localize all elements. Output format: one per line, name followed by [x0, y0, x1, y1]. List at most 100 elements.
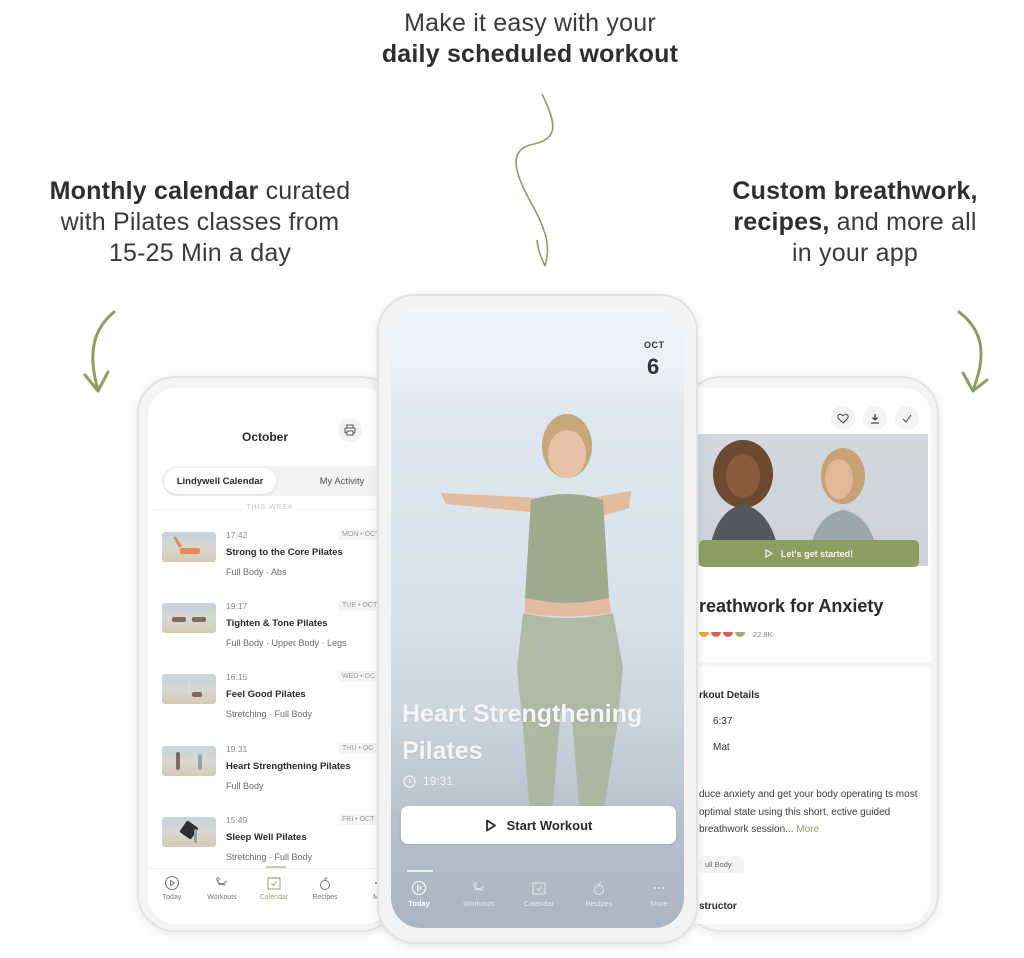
- workout-tags: Full Body: [226, 781, 264, 791]
- calendar-screen: October Lindywell Calendar My Activity T…: [148, 388, 392, 924]
- workout-tags: Full Body · Upper Body · Legs: [226, 638, 347, 648]
- nav-today[interactable]: Today: [148, 875, 197, 901]
- workout-day-badge: FRI • OCT: [338, 814, 379, 825]
- caption-daily-workout: Make it easy with your daily scheduled w…: [330, 8, 730, 70]
- tag-chip: ull Body: [699, 856, 744, 873]
- tab-lindywell-calendar[interactable]: Lindywell Calendar: [164, 468, 276, 494]
- detail-screen: Let's get started! reathwork for Anxiety…: [693, 388, 931, 924]
- caption-left-line2: with Pilates classes from: [60, 208, 340, 236]
- calendar-check-icon: [267, 877, 281, 890]
- workout-thumbnail: [162, 674, 216, 704]
- workout-title: Heart Strengthening Pilates: [226, 761, 351, 772]
- cta-label: Let's get started!: [780, 548, 854, 559]
- date-month: OCT: [644, 340, 665, 350]
- nav-label: Recipes: [585, 899, 613, 908]
- caption-right-line3: in your app: [792, 239, 918, 267]
- workout-tags: Full Body · Abs: [226, 567, 287, 577]
- caption-right-rest: and more all: [829, 208, 977, 236]
- workout-time: 19:17: [226, 601, 248, 611]
- workout-list-item[interactable]: 16:15 WED • OC Feel Good Pilates Stretch…: [162, 666, 392, 726]
- today-screen: OCT 6 Heart Strengthening Pilates 19:31 …: [391, 308, 684, 928]
- section-divider: [693, 662, 931, 667]
- rating-count: 22.8K: [753, 630, 773, 639]
- caption-custom-breathwork: Custom breathwork, recipes, and more all…: [700, 176, 1010, 269]
- caption-right-bold1: Custom breathwork,: [732, 177, 978, 205]
- bottom-nav: Today Workouts Calendar Recipes M: [148, 866, 392, 924]
- caption-monthly-calendar: Monthly calendar curated with Pilates cl…: [20, 176, 380, 269]
- caption-left-line3: 15-25 Min a day: [108, 239, 292, 267]
- complete-button[interactable]: [895, 406, 919, 430]
- section-label: THIS WEEK: [148, 504, 392, 511]
- play-icon: [485, 819, 496, 831]
- nav-calendar[interactable]: Calendar: [514, 880, 564, 908]
- workout-list-item[interactable]: 19:31 THU • OC Heart Strengthening Pilat…: [162, 738, 392, 798]
- lets-get-started-button[interactable]: Let's get started!: [699, 540, 919, 567]
- nav-more[interactable]: More: [634, 880, 684, 908]
- caption-right-bold2: recipes,: [733, 208, 830, 236]
- workout-title: Feel Good Pilates: [226, 689, 306, 700]
- detail-phone: Let's get started! reathwork for Anxiety…: [683, 376, 939, 932]
- calendar-segmented-control: Lindywell Calendar My Activity: [162, 466, 392, 496]
- caption-top-line1: Make it easy with your: [404, 9, 656, 37]
- workout-details-heading: rkout Details: [699, 690, 760, 701]
- active-tab-indicator: [266, 866, 286, 868]
- workout-thumbnail: [162, 746, 216, 776]
- workout-tags: Stretching · Full Body: [226, 709, 313, 719]
- nav-recipes[interactable]: Recipes: [300, 875, 350, 901]
- rating-fruit-icon: [735, 632, 745, 637]
- more-icon: [654, 887, 664, 889]
- duration-text: 19:31: [423, 774, 454, 788]
- rating-fruit-icon: [711, 632, 721, 637]
- duration-value: 6:37: [713, 716, 733, 727]
- workout-duration: 19:31: [403, 774, 453, 788]
- apple-icon: [320, 877, 330, 890]
- play-circle-icon: [411, 880, 427, 896]
- download-button[interactable]: [863, 406, 887, 430]
- workout-thumbnail: [162, 817, 216, 847]
- print-button[interactable]: [338, 418, 362, 442]
- workout-title: Tighten & Tone Pilates: [226, 618, 328, 629]
- left-arrow-icon: [83, 310, 116, 393]
- workout-title: Strong to the Core Pilates: [226, 547, 343, 558]
- nav-workouts[interactable]: Workouts: [454, 880, 504, 908]
- workout-time: 17:42: [226, 530, 248, 540]
- workout-title: Heart Strengthening Pilates: [402, 700, 643, 765]
- download-icon: [871, 413, 879, 424]
- date-day: 6: [647, 354, 660, 379]
- favorite-button[interactable]: [831, 406, 855, 430]
- nav-today[interactable]: Today: [394, 880, 444, 908]
- workout-day-badge: WED • OC: [338, 671, 380, 682]
- equipment-value: Mat: [713, 742, 730, 753]
- nav-label: Workouts: [207, 894, 237, 901]
- nav-label: Recipes: [312, 894, 338, 901]
- rating-fruit-icon: [723, 632, 733, 637]
- heart-icon: [837, 413, 849, 424]
- active-tab-indicator: [407, 870, 433, 872]
- nav-workouts[interactable]: Workouts: [197, 875, 247, 901]
- nav-label: Calendar: [523, 899, 555, 908]
- caption-top-line2: daily scheduled workout: [381, 40, 679, 68]
- caption-left-bold: Monthly calendar: [49, 177, 259, 205]
- workout-day-badge: TUE • OCT: [338, 600, 382, 611]
- nav-label: Calendar: [259, 894, 289, 901]
- workouts-icon: [473, 882, 485, 891]
- start-workout-label: Start Workout: [506, 817, 593, 833]
- clock-icon: [403, 774, 416, 788]
- rating: 22.8K: [699, 630, 773, 639]
- workout-list-item[interactable]: 19:17 TUE • OCT Tighten & Tone Pilates F…: [162, 595, 392, 655]
- apple-icon: [594, 882, 604, 895]
- more-link[interactable]: More: [796, 824, 819, 835]
- start-workout-button[interactable]: Start Workout: [401, 806, 676, 844]
- nav-label: Today: [408, 899, 430, 908]
- nav-recipes[interactable]: Recipes: [574, 880, 624, 908]
- nav-calendar[interactable]: Calendar: [249, 875, 299, 901]
- squiggle-arrow-icon: [515, 93, 554, 267]
- nav-label: Workouts: [463, 899, 495, 908]
- workout-list-item[interactable]: 17:42 MON • OCT Strong to the Core Pilat…: [162, 524, 392, 584]
- bottom-nav: Today Workouts Calendar Recipes More: [391, 868, 684, 928]
- calendar-check-icon: [532, 882, 546, 895]
- workout-list-item[interactable]: 15:49 FRI • OCT Sleep Well Pilates Stret…: [162, 809, 392, 869]
- nav-label: Today: [162, 894, 182, 901]
- nav-label: More: [650, 899, 668, 908]
- workout-thumbnail: [162, 603, 216, 633]
